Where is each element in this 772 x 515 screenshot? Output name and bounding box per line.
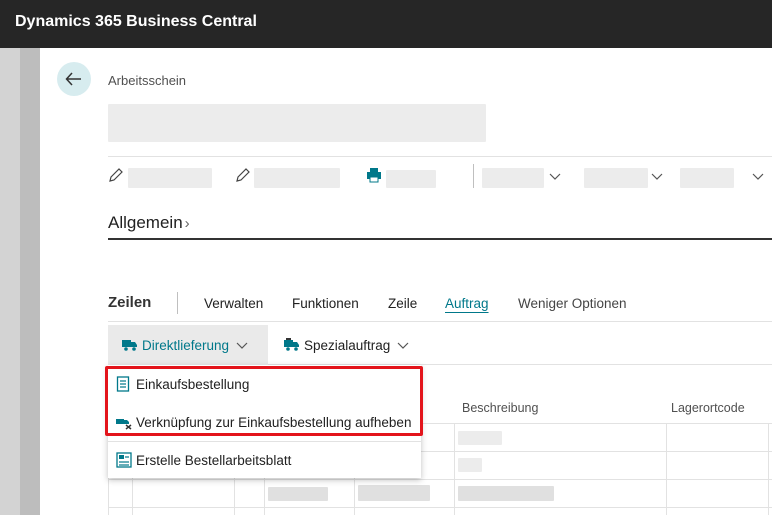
- back-button[interactable]: [57, 62, 91, 96]
- edit-icon[interactable]: [235, 167, 251, 183]
- less-options-button[interactable]: Weniger Optionen: [518, 296, 627, 311]
- section-divider: [108, 238, 772, 240]
- grid-col-divider: [454, 423, 455, 515]
- action-separator: [473, 164, 474, 188]
- menu-item-verknuepfung-aufheben[interactable]: Verknüpfung zur Einkaufsbestellung aufhe…: [108, 404, 421, 440]
- redacted-action-label[interactable]: [128, 168, 212, 188]
- tab-auftrag[interactable]: Auftrag: [445, 296, 489, 311]
- background-page-edge: [0, 48, 40, 515]
- menu-item-bestellarbeitsblatt[interactable]: Erstelle Bestellarbeitsblatt: [108, 442, 421, 478]
- chevron-right-icon: ›: [184, 215, 190, 232]
- redacted-page-title: [108, 104, 486, 142]
- lines-action-bar: Zeilen Verwalten Funktionen Zeile Auftra…: [108, 292, 772, 322]
- menu-item-label: Erstelle Bestellarbeitsblatt: [136, 452, 292, 468]
- document-page: Arbeitsschein Allgemein › Zeilen Verwalt…: [40, 48, 772, 515]
- redacted-action-label[interactable]: [386, 170, 436, 188]
- chevron-down-icon: [752, 173, 764, 180]
- auftrag-subbar: Direktlieferung Spezialauftrag: [108, 325, 772, 365]
- column-header-beschreibung[interactable]: Beschreibung: [462, 401, 538, 415]
- redacted-cell[interactable]: [268, 487, 328, 501]
- truck-icon: [122, 340, 137, 351]
- breadcrumb: Arbeitsschein: [108, 73, 187, 88]
- action-bar: [108, 156, 772, 188]
- purchase-order-icon: [116, 376, 132, 392]
- tab-verwalten[interactable]: Verwalten: [204, 296, 263, 311]
- chevron-down-icon: [397, 342, 409, 349]
- caption-separator: [177, 292, 178, 314]
- redacted-menu-label[interactable]: [584, 168, 648, 188]
- grid-col-divider: [768, 423, 769, 515]
- spezialauftrag-label: Spezialauftrag: [304, 337, 391, 353]
- arrow-left-icon: [65, 72, 81, 86]
- section-header-allgemein[interactable]: Allgemein ›: [108, 213, 190, 233]
- worksheet-icon: [116, 452, 132, 468]
- printer-icon[interactable]: [366, 167, 382, 183]
- menu-item-label: Einkaufsbestellung: [136, 376, 250, 392]
- redacted-menu-label[interactable]: [482, 168, 544, 188]
- grid-col-divider: [666, 423, 667, 515]
- spezialauftrag-menu-button[interactable]: Spezialauftrag: [284, 325, 424, 365]
- special-order-icon: [284, 338, 299, 351]
- tab-funktionen[interactable]: Funktionen: [292, 296, 359, 311]
- direktlieferung-dropdown-menu: Einkaufsbestellung Verknüpfung zur Einka…: [108, 365, 421, 478]
- unlink-icon: [116, 414, 132, 430]
- lines-caption: Zeilen: [108, 294, 152, 311]
- app-title: Dynamics 365 Business Central: [15, 13, 257, 30]
- chevron-down-icon: [549, 173, 561, 180]
- direktlieferung-menu-button[interactable]: Direktlieferung: [108, 325, 268, 365]
- redacted-cell[interactable]: [458, 486, 554, 501]
- redacted-cell[interactable]: [458, 431, 502, 445]
- redacted-action-label[interactable]: [254, 168, 340, 188]
- chevron-down-icon: [651, 173, 663, 180]
- redacted-menu-label[interactable]: [680, 168, 734, 188]
- edit-icon[interactable]: [108, 167, 124, 183]
- direktlieferung-label: Direktlieferung: [142, 337, 230, 353]
- menu-item-einkaufsbestellung[interactable]: Einkaufsbestellung: [108, 366, 421, 402]
- app-bar: Dynamics 365 Business Central: [0, 0, 772, 48]
- grid-row-divider: [108, 479, 772, 480]
- column-header-lagerortcode[interactable]: Lagerortcode: [671, 401, 745, 415]
- redacted-cell[interactable]: [358, 485, 430, 501]
- chevron-down-icon: [236, 342, 248, 349]
- grid-row-divider: [108, 507, 772, 508]
- background-page-shadow: [20, 48, 40, 515]
- menu-item-label: Verknüpfung zur Einkaufsbestellung aufhe…: [136, 414, 412, 430]
- tab-zeile[interactable]: Zeile: [388, 296, 417, 311]
- section-title: Allgemein: [108, 213, 183, 232]
- redacted-cell[interactable]: [458, 458, 482, 472]
